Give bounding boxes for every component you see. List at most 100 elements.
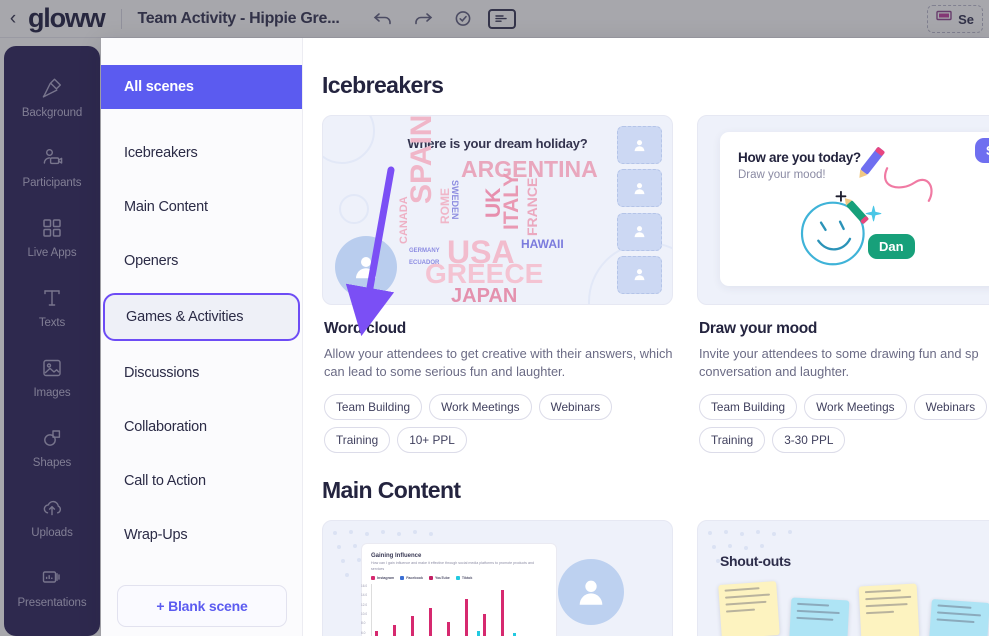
word-cloud-word: SWEDEN <box>450 180 460 220</box>
avatar <box>335 236 397 298</box>
tag: Team Building <box>324 394 423 421</box>
tag: Work Meetings <box>429 394 532 421</box>
category-discussions[interactable]: Discussions <box>101 351 302 395</box>
participant-chip-label: Dan <box>879 239 904 254</box>
y-tick: 14.0 <box>361 593 368 598</box>
category-collaboration[interactable]: Collaboration <box>101 405 302 449</box>
tag: Webinars <box>538 394 613 421</box>
scene-card-description: Allow your attendees to get creative wit… <box>324 346 673 380</box>
category-label: Main Content <box>124 199 208 215</box>
deco-circle <box>339 194 369 224</box>
chart-bar-group <box>393 625 408 636</box>
chart-bars <box>375 584 547 636</box>
chart-bar <box>465 599 468 636</box>
tag: Webinars <box>913 394 988 421</box>
chart-title: Gaining Influence <box>371 553 422 560</box>
chart-plot-area: 16.0 14.0 12.0 10.0 8.0 6.0 4.0 <box>361 584 547 636</box>
sticky-note <box>718 581 780 636</box>
chart-bar <box>483 614 486 636</box>
category-all-scenes[interactable]: All scenes <box>101 65 302 109</box>
legend-label: Facebook <box>406 576 423 581</box>
chart-bar-group <box>447 621 462 636</box>
chart-subtitle: How can I gain influence and make it eff… <box>371 561 534 571</box>
legend-item: Facebook <box>400 576 423 581</box>
word-cloud-word: SPAIN <box>405 115 438 204</box>
scene-card-shout-outs[interactable]: Shout-outs <box>697 520 989 636</box>
scene-gallery[interactable]: Icebreakers Where is your dream holiday?… <box>303 38 989 636</box>
legend-item: Tiktok <box>455 576 473 581</box>
category-wrap-ups[interactable]: Wrap-Ups <box>101 513 302 557</box>
scene-card-draw-your-mood[interactable]: How are you today? Draw your mood! Dan D… <box>697 115 989 454</box>
word-cloud-word: JAPAN <box>451 285 518 305</box>
category-label: Icebreakers <box>124 145 198 161</box>
chart-bar <box>429 608 432 636</box>
category-label: Call to Action <box>124 473 206 489</box>
chart-bar-group <box>501 589 516 636</box>
category-main-content[interactable]: Main Content <box>101 185 302 229</box>
scene-card-title: Word cloud <box>324 320 406 337</box>
chart-bar-group <box>411 615 426 636</box>
scene-card-word-cloud[interactable]: Where is your dream holiday? ARGENTINA S… <box>322 115 673 454</box>
chart-bar-group <box>375 630 390 636</box>
app-root: ‹ gloww Team Activity - Hippie Gre... Se… <box>0 0 989 636</box>
section-title-icebreakers: Icebreakers <box>322 72 444 98</box>
y-tick: 6.0 <box>361 630 366 635</box>
chart-bar-group <box>483 614 498 636</box>
participant-thumbnail <box>617 126 662 164</box>
category-openers[interactable]: Openers <box>101 239 302 283</box>
participant-thumbnail-strip <box>617 126 662 294</box>
y-tick: 8.0 <box>361 621 366 626</box>
avatar <box>558 559 624 626</box>
scene-thumbnail-draw-your-mood[interactable]: How are you today? Draw your mood! Dan <box>697 115 989 305</box>
tag: 3-30 PPL <box>772 427 846 454</box>
y-tick: 12.0 <box>361 602 368 607</box>
category-label: Games & Activities <box>126 309 244 325</box>
category-label: Wrap-Ups <box>124 527 188 543</box>
scene-category-list: All scenes Icebreakers Main Content Open… <box>101 38 303 636</box>
scene-card-description: Invite your attendees to some drawing fu… <box>699 346 979 380</box>
legend-item: YouTube <box>428 576 450 581</box>
sticky-note <box>788 597 850 636</box>
word-cloud-word: HAWAII <box>521 237 564 251</box>
category-games-and-activities[interactable]: Games & Activities <box>103 293 300 341</box>
word-cloud-word: GERMANY <box>409 248 440 254</box>
scene-row-icebreakers: Where is your dream holiday? ARGENTINA S… <box>322 115 989 454</box>
scene-thumbnail-shout-outs[interactable]: Shout-outs <box>697 520 989 636</box>
category-icebreakers[interactable]: Icebreakers <box>101 131 302 175</box>
legend-label: Tiktok <box>461 576 473 581</box>
category-label: Collaboration <box>124 419 207 435</box>
chart-bar <box>447 621 450 636</box>
y-tick: 16.0 <box>361 584 368 589</box>
scene-library-modal: All scenes Icebreakers Main Content Open… <box>101 38 989 636</box>
scene-thumbnail-chart[interactable]: Gaining Influence How can I gain influen… <box>322 520 673 636</box>
category-call-to-action[interactable]: Call to Action <box>101 459 302 503</box>
chart-legend: Instagram Facebook YouTube Tiktok <box>371 576 547 581</box>
tag: 10+ PPL <box>397 427 467 454</box>
participant-chip-dan: Dan <box>868 234 915 259</box>
legend-label: YouTube <box>434 576 450 581</box>
tag: Training <box>699 427 766 454</box>
chart-bar-group <box>465 599 480 636</box>
chart-bar <box>501 589 504 636</box>
participant-thumbnail <box>617 169 662 208</box>
chart-y-axis: 16.0 14.0 12.0 10.0 8.0 6.0 4.0 <box>361 584 367 636</box>
scene-card-chart[interactable]: Gaining Influence How can I gain influen… <box>322 520 673 636</box>
word-cloud-word: CANADA <box>398 196 410 244</box>
scene-card-tags: Team Building Work Meetings Webinars Tra… <box>324 394 673 454</box>
chart-bar <box>477 631 480 636</box>
tag: Work Meetings <box>804 394 907 421</box>
word-cloud-word: ECUADOR <box>409 260 440 266</box>
category-label: Openers <box>124 253 179 269</box>
sticky-note <box>928 599 989 636</box>
category-label: Discussions <box>124 365 200 381</box>
word-cloud: ARGENTINA SPAIN USA GREECE JAPAN ITALY U… <box>395 116 598 304</box>
blank-scene-label: + Blank scene <box>156 598 248 614</box>
blank-scene-button[interactable]: + Blank scene <box>117 585 287 627</box>
legend-label: Instagram <box>377 576 395 581</box>
sticky-note <box>858 583 920 636</box>
scene-thumbnail-word-cloud[interactable]: Where is your dream holiday? ARGENTINA S… <box>322 115 673 305</box>
shout-outs-heading: Shout-outs <box>720 553 791 570</box>
chart-bar <box>393 625 396 636</box>
chart-bar <box>411 615 414 636</box>
tag: Training <box>324 427 391 454</box>
